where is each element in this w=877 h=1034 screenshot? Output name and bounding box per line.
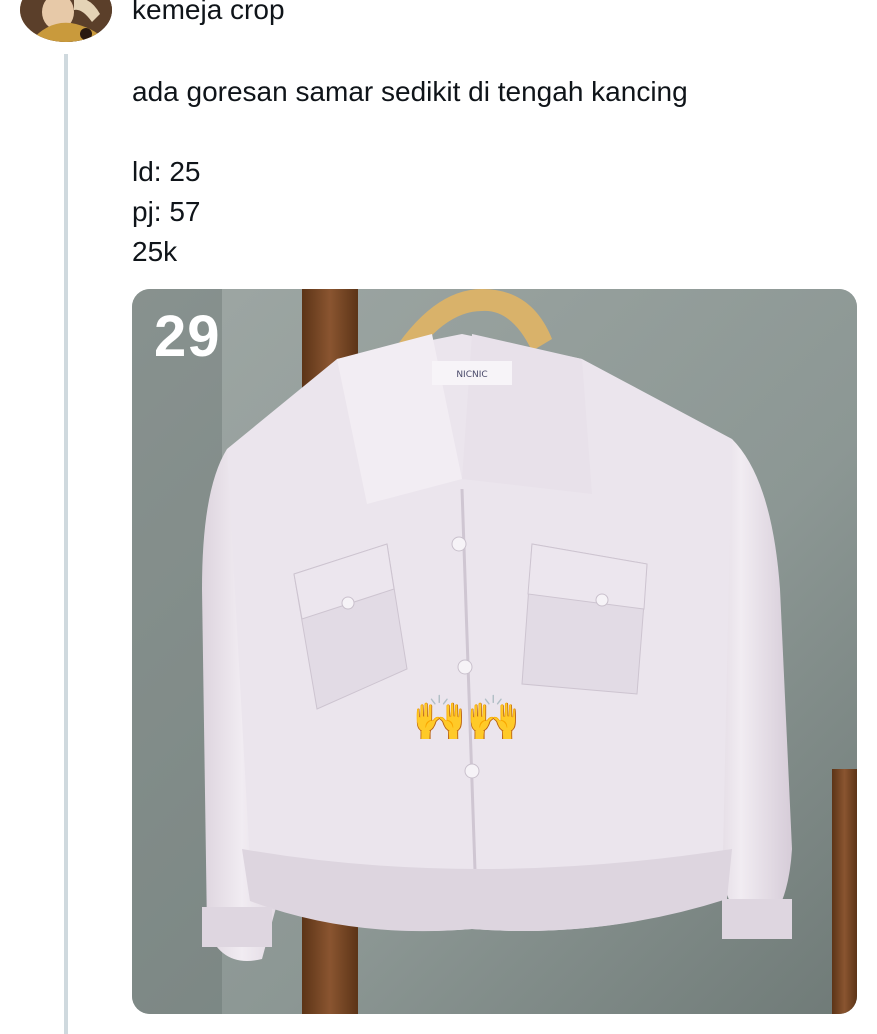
tweet-price: 25k (132, 236, 178, 267)
raised-hand-left-icon: 🙌 (412, 694, 467, 743)
tweet-measure-ld: ld: 25 (132, 156, 201, 187)
user-avatar[interactable] (20, 0, 112, 42)
shirt-tag-text: NICNIC (456, 370, 487, 380)
thread-connector-line (64, 54, 68, 1034)
shirt-photo-illustration: NICNIC (132, 289, 857, 1014)
raised-hand-right-icon: 🙌 (466, 694, 521, 743)
tweet-measure-pj: pj: 57 (132, 196, 201, 227)
photo-number-label: 29 (154, 304, 221, 369)
tweet-media-photo[interactable]: NICNIC 29 🙌 🙌 (132, 289, 857, 1014)
tweet-header-text: kemeja crop (132, 0, 285, 25)
tweet-description: ada goresan samar sedikit di tengah kanc… (132, 76, 688, 107)
